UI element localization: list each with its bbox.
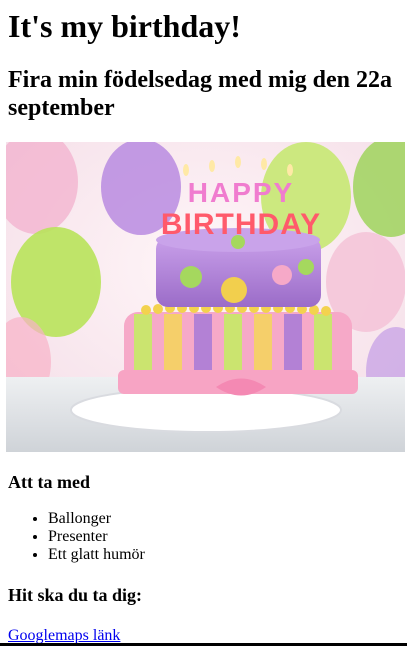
svg-text:HAPPY: HAPPY <box>188 177 294 208</box>
page-subtitle: Fira min födelsedag med mig den 22a sept… <box>8 67 392 121</box>
list-item: Ett glatt humör <box>48 546 399 564</box>
birthday-cake-image: HAPPY BIRTHDAY <box>6 142 405 452</box>
page: It's my birthday! Fira min födelsedag me… <box>0 8 407 645</box>
location-heading: Hit ska du ta dig: <box>8 585 143 605</box>
bring-list: Ballonger Presenter Ett glatt humör <box>8 510 399 564</box>
bring-heading: Att ta med <box>8 472 90 492</box>
list-item: Presenter <box>48 528 399 546</box>
svg-text:BIRTHDAY: BIRTHDAY <box>161 208 321 241</box>
list-item: Ballonger <box>48 510 399 528</box>
page-title: It's my birthday! <box>8 8 241 44</box>
